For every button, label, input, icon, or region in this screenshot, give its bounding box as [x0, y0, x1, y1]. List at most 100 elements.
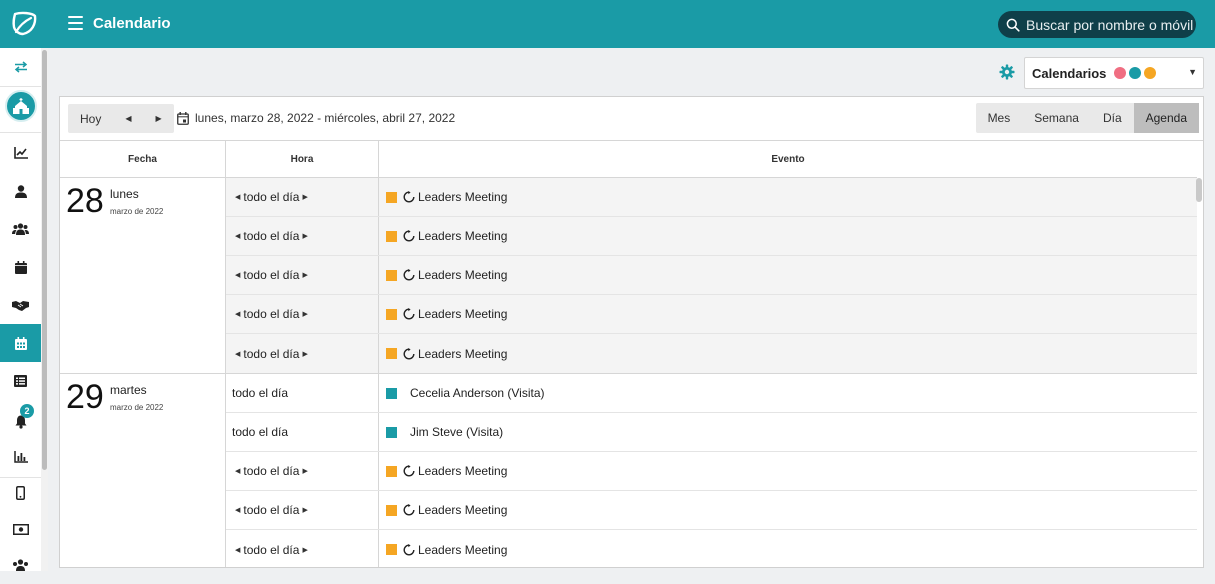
- table-row[interactable]: ◀ todo el día ▶ Leaders Meeting: [226, 452, 1197, 491]
- time-cell: ◀ todo el día ▶: [226, 452, 379, 490]
- table-row[interactable]: ◀ todo el día ▶ Leaders Meeting: [226, 530, 1197, 567]
- event-cell[interactable]: Leaders Meeting: [379, 334, 1197, 373]
- recurring-icon: [403, 230, 415, 242]
- event-color-swatch: [386, 308, 397, 320]
- search-input[interactable]: [1026, 16, 1196, 33]
- search-box[interactable]: [998, 11, 1196, 38]
- navigation-buttons: Hoy ◀ ▶: [68, 104, 174, 133]
- caret-left-icon: ◀: [235, 546, 241, 554]
- event-cell[interactable]: Leaders Meeting: [379, 491, 1197, 529]
- sidebar-scrollbar[interactable]: [41, 48, 48, 571]
- agenda-table: Fecha Hora Evento 28 lunes marzo de 2022 ◀ t…: [60, 141, 1197, 567]
- calendar-color-dot: [1144, 67, 1157, 79]
- search-icon: [1006, 18, 1020, 32]
- sidebar-item-people[interactable]: [0, 210, 41, 248]
- event-cell[interactable]: Cecelia Anderson (Visita): [379, 374, 1197, 412]
- event-cell[interactable]: Leaders Meeting: [379, 178, 1197, 216]
- notification-badge: 2: [20, 404, 34, 418]
- event-cell[interactable]: Leaders Meeting: [379, 256, 1197, 294]
- event-color-swatch: [386, 269, 397, 281]
- agenda-scrollbar[interactable]: [1196, 178, 1202, 202]
- time-column-header: Hora: [226, 141, 379, 177]
- view-button-1[interactable]: Semana: [1022, 103, 1091, 133]
- event-color-swatch: [386, 387, 397, 399]
- event-cell[interactable]: Leaders Meeting: [379, 217, 1197, 255]
- caret-right-icon: ▶: [302, 546, 308, 554]
- caret-right-icon: ▶: [302, 194, 308, 201]
- day-name: lunes: [110, 187, 139, 201]
- view-button-2[interactable]: Día: [1091, 103, 1134, 133]
- app-logo-icon[interactable]: [10, 10, 38, 38]
- sidebar-item-calendar-active[interactable]: [0, 324, 41, 362]
- page-title: Calendario: [93, 15, 171, 32]
- time-cell: todo el día: [226, 413, 379, 451]
- hamburger-menu-icon[interactable]: [68, 16, 84, 32]
- event-cell[interactable]: Jim Steve (Visita): [379, 413, 1197, 451]
- event-title: Leaders Meeting: [418, 464, 508, 478]
- time-cell: todo el día: [226, 374, 379, 412]
- money-icon: [12, 523, 29, 535]
- sidebar-item-mobile[interactable]: [0, 474, 41, 512]
- view-switcher: Mes Semana Día Agenda: [975, 103, 1199, 133]
- calendar-grid-icon: [14, 336, 27, 350]
- time-text: todo el día: [232, 386, 289, 400]
- sidebar-item-reports[interactable]: [0, 438, 41, 476]
- avatar[interactable]: [5, 90, 37, 122]
- sidebar-item-notifications[interactable]: 2: [0, 400, 41, 438]
- calendar-color-dot: [1129, 67, 1142, 79]
- sidebar-item-calendar[interactable]: [0, 248, 41, 286]
- time-text: todo el día: [243, 190, 300, 204]
- group-icon: [13, 559, 28, 571]
- day-number: 28: [66, 182, 104, 220]
- event-color-swatch: [386, 348, 397, 359]
- caret-right-icon: ▶: [302, 507, 308, 514]
- top-bar: Calendario: [0, 0, 1215, 48]
- table-row[interactable]: todo el día Jim Steve (Visita): [226, 413, 1197, 452]
- sidebar-item-list[interactable]: [0, 362, 41, 400]
- caret-left-icon: ◀: [235, 350, 241, 358]
- event-title: Jim Steve (Visita): [410, 425, 504, 439]
- event-cell[interactable]: Leaders Meeting: [379, 530, 1197, 567]
- event-title: Leaders Meeting: [418, 542, 508, 557]
- time-cell: ◀ todo el día ▶: [226, 217, 379, 255]
- table-row[interactable]: ◀ todo el día ▶ Leaders Meeting: [226, 491, 1197, 530]
- time-text: todo el día: [243, 229, 300, 243]
- caret-right-icon: ▶: [302, 311, 308, 318]
- prev-button[interactable]: ◀: [113, 104, 143, 133]
- event-title: Leaders Meeting: [418, 190, 508, 204]
- sidebar-item-finances[interactable]: [0, 510, 41, 548]
- event-color-swatch: [386, 191, 397, 203]
- calendars-select[interactable]: Calendarios ▼: [1024, 57, 1204, 89]
- gear-icon[interactable]: [999, 64, 1015, 80]
- recurring-icon: [403, 308, 415, 320]
- event-cell[interactable]: Leaders Meeting: [379, 295, 1197, 333]
- caret-left-icon: ◀: [125, 114, 132, 123]
- calendars-label: Calendarios: [1032, 65, 1107, 81]
- table-row[interactable]: ◀ todo el día ▶ Leaders Meeting: [226, 295, 1197, 334]
- event-color-swatch: [386, 544, 397, 555]
- event-cell[interactable]: Leaders Meeting: [379, 452, 1197, 490]
- sidebar-item-dashboard[interactable]: [0, 134, 41, 172]
- calendar-panel: Hoy ◀ ▶ lunes, marzo 28, 2022 - miércole…: [59, 96, 1204, 568]
- table-row[interactable]: todo el día Cecelia Anderson (Visita): [226, 374, 1197, 413]
- sidebar-item-partners[interactable]: [0, 286, 41, 324]
- next-button[interactable]: ▶: [144, 104, 174, 133]
- view-button-3[interactable]: Agenda: [1133, 103, 1199, 133]
- recurring-icon: [403, 504, 415, 516]
- day-block: 28 lunes marzo de 2022 ◀ todo el día ▶ Leaders…: [60, 178, 1197, 374]
- list-icon: [14, 375, 27, 387]
- handshake-icon: [12, 300, 29, 311]
- caret-right-icon: ▶: [302, 468, 308, 475]
- table-row[interactable]: ◀ todo el día ▶ Leaders Meeting: [226, 178, 1197, 217]
- table-row[interactable]: ◀ todo el día ▶ Leaders Meeting: [226, 256, 1197, 295]
- event-title: Leaders Meeting: [418, 307, 508, 321]
- table-row[interactable]: ◀ todo el día ▶ Leaders Meeting: [226, 334, 1197, 373]
- sidebar-item-groups[interactable]: [0, 546, 41, 584]
- calendar-range-icon: [177, 111, 189, 125]
- sidebar-item-person[interactable]: [0, 172, 41, 210]
- caret-right-icon: ▶: [302, 272, 308, 279]
- table-row[interactable]: ◀ todo el día ▶ Leaders Meeting: [226, 217, 1197, 256]
- today-button[interactable]: Hoy: [68, 104, 113, 133]
- sidebar-item-switch[interactable]: [0, 48, 41, 86]
- view-button-0[interactable]: Mes: [976, 103, 1023, 133]
